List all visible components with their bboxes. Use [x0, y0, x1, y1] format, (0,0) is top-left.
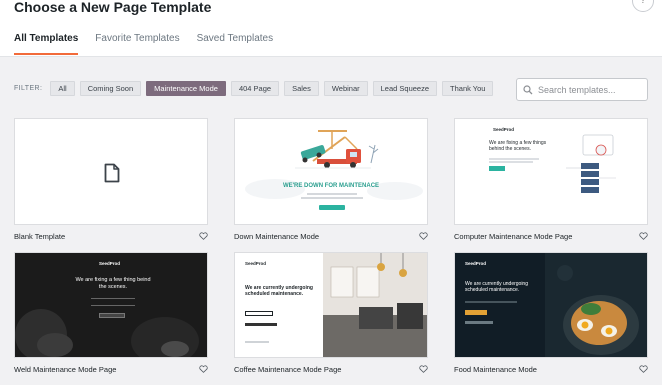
coffee-shop-photo: [323, 253, 427, 357]
preview-heading: We are currently undergoing scheduled ma…: [245, 285, 313, 297]
seedprod-logo: SeedProd: [493, 127, 515, 132]
filter-bar: FILTER: All Coming Soon Maintenance Mode…: [14, 80, 498, 96]
seedprod-logo: SeedProd: [99, 261, 121, 266]
search-icon: [523, 84, 533, 94]
search-input[interactable]: [538, 84, 648, 95]
help-icon[interactable]: ?: [632, 0, 654, 12]
seedprod-logo: SeedProd: [245, 261, 267, 266]
tow-truck-illustration: [245, 130, 423, 210]
template-thumbnail[interactable]: SeedProd We are currently undergoing sch…: [234, 252, 428, 358]
template-tabs: All Templates Favorite Templates Saved T…: [14, 33, 273, 55]
document-icon: [104, 163, 120, 183]
page-title: Choose a New Page Template: [14, 0, 212, 15]
template-name: Food Maintenance Mode: [454, 364, 537, 374]
template-thumbnail[interactable]: SeedProd We are currently undergoing sch…: [454, 252, 648, 358]
preview-heading: WE'RE DOWN FOR MAINTENACE: [282, 183, 380, 189]
preview-heading: We are fixing a few things behind the sc…: [489, 140, 547, 152]
template-card-down-maintenance[interactable]: WE'RE DOWN FOR MAINTENACE Down Maintenan…: [234, 118, 428, 241]
template-name: Coffee Maintenance Mode Page: [234, 364, 342, 374]
header: Choose a New Page Template ? All Templat…: [0, 0, 662, 57]
filter-chip-sales[interactable]: Sales: [284, 80, 319, 96]
heart-icon[interactable]: [199, 365, 208, 373]
template-name: Computer Maintenance Mode Page: [454, 231, 573, 241]
template-thumbnail[interactable]: SeedProd We are fixing a few thing beind…: [14, 252, 208, 358]
template-thumbnail[interactable]: [14, 118, 208, 225]
search-box: [516, 78, 648, 101]
tab-favorite-templates[interactable]: Favorite Templates: [95, 33, 179, 55]
heart-icon[interactable]: [199, 232, 208, 240]
filter-chip-maintenance-mode[interactable]: Maintenance Mode: [146, 80, 226, 96]
template-card-computer-maintenance[interactable]: SeedProd We are fixing a few things behi…: [454, 118, 648, 241]
filter-chip-lead-squeeze[interactable]: Lead Squeeze: [372, 80, 438, 96]
heart-icon[interactable]: [639, 365, 648, 373]
server-illustration: [566, 134, 616, 193]
template-thumbnail[interactable]: SeedProd We are fixing a few things behi…: [454, 118, 648, 225]
heart-icon[interactable]: [419, 365, 428, 373]
seedprod-logo: SeedProd: [465, 261, 487, 266]
filter-chip-coming-soon[interactable]: Coming Soon: [79, 80, 142, 96]
filter-chip-thank-you[interactable]: Thank You: [442, 80, 494, 96]
template-name: Blank Template: [14, 231, 66, 241]
heart-icon[interactable]: [419, 232, 428, 240]
template-name: Down Maintenance Mode: [234, 231, 320, 241]
preview-heading: We are fixing a few thing beind the scen…: [75, 277, 151, 290]
template-card-coffee-maintenance[interactable]: SeedProd We are currently undergoing sch…: [234, 252, 428, 374]
tab-all-templates[interactable]: All Templates: [14, 33, 79, 55]
template-card-blank[interactable]: Blank Template: [14, 118, 208, 241]
filter-chip-404-page[interactable]: 404 Page: [230, 80, 280, 96]
filter-chip-all[interactable]: All: [50, 80, 75, 96]
preview-heading: We are currently undergoing scheduled ma…: [465, 281, 528, 293]
filter-chip-webinar[interactable]: Webinar: [323, 80, 368, 96]
template-card-weld-maintenance[interactable]: SeedProd We are fixing a few thing beind…: [14, 252, 208, 374]
filter-label: FILTER:: [14, 84, 43, 92]
tab-saved-templates[interactable]: Saved Templates: [197, 33, 274, 55]
template-name: Weld Maintenance Mode Page: [14, 364, 117, 374]
template-thumbnail[interactable]: WE'RE DOWN FOR MAINTENACE: [234, 118, 428, 225]
food-photo: [545, 253, 647, 357]
template-card-food-maintenance[interactable]: SeedProd We are currently undergoing sch…: [454, 252, 648, 374]
heart-icon[interactable]: [639, 232, 648, 240]
